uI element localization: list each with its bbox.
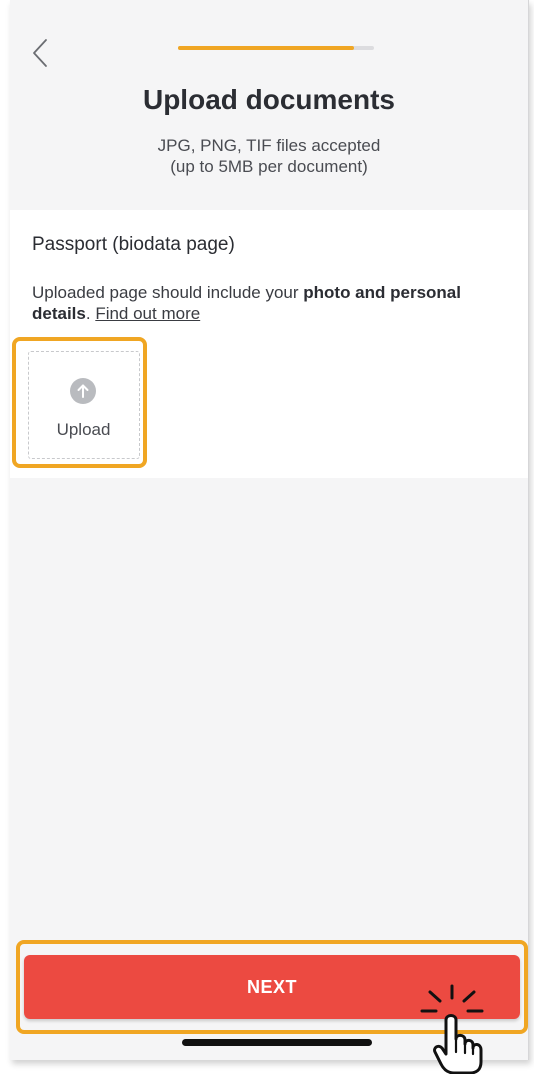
description-text: Uploaded page should include your	[32, 283, 304, 302]
page-subtitle: JPG, PNG, TIF files accepted (up to 5MB …	[10, 135, 528, 177]
header: Upload documents JPG, PNG, TIF files acc…	[10, 0, 528, 205]
arrow-up-icon	[70, 378, 96, 404]
page-title: Upload documents	[142, 84, 395, 115]
description-punctuation: .	[85, 304, 96, 323]
section-description: Uploaded page should include your photo …	[32, 282, 502, 324]
section-title: Passport (biodata page)	[32, 234, 235, 255]
find-out-more-link[interactable]: Find out more	[95, 304, 200, 323]
home-indicator	[182, 1039, 372, 1046]
progress-bar-fill	[178, 46, 355, 50]
subtitle-line-1: JPG, PNG, TIF files accepted	[157, 136, 381, 155]
upload-label: Upload	[56, 420, 111, 439]
upload-button[interactable]: Upload	[28, 351, 140, 459]
tap-hand-icon	[420, 984, 484, 1074]
document-section: Passport (biodata page) Uploaded page sh…	[10, 210, 528, 478]
subtitle-line-2: (up to 5MB per document)	[170, 157, 368, 176]
back-chevron-icon[interactable]	[28, 36, 52, 70]
app-screen: Upload documents JPG, PNG, TIF files acc…	[10, 0, 529, 1060]
progress-bar	[178, 46, 374, 50]
